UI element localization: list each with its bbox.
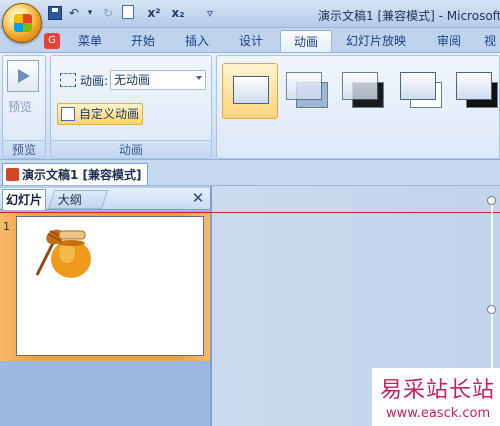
gallery-item-selected[interactable] [222,63,278,119]
tab-insert[interactable]: 插入 [172,30,222,52]
document-tab-title: 演示文稿1 [兼容模式] [22,168,142,182]
tab-slides[interactable]: 幻灯片 [2,189,46,210]
preview-group-label: 预览 [3,140,45,158]
powerpoint-doc-icon [6,168,19,181]
gallery-item-fade[interactable] [282,66,334,114]
close-icon[interactable]: ✕ [190,190,206,206]
cut-thumb-icon [400,72,436,100]
chevron-down-icon[interactable] [196,76,202,80]
tab-slideshow[interactable]: 幻灯片放映 [338,30,414,52]
animation-select[interactable]: 无动画 [110,70,206,90]
preview-button-label[interactable]: 预览 [8,98,32,115]
tab-view[interactable]: 视 [480,30,500,52]
office-button[interactable] [2,3,42,43]
watermark: 易采站长站 www.easck.com [372,368,500,426]
print-preview-icon[interactable] [122,5,134,19]
honey-jar-image [35,229,91,278]
custom-animation-icon [61,107,75,121]
tab-menu[interactable]: 菜单 [64,30,116,52]
tab-design[interactable]: 设计 [226,30,276,52]
subscript-button[interactable]: x₂ [170,5,186,21]
gallery-item-cut[interactable] [396,66,448,114]
redo-icon[interactable]: ↻ [100,5,116,21]
tab-outline[interactable]: 大纲 [48,190,109,209]
window-title: 演示文稿1 [兼容模式] - Microsoft [318,9,500,23]
animation-icon [60,73,76,87]
preview-icon[interactable] [7,60,39,92]
save-icon[interactable] [48,6,62,20]
custom-animation-label: 自定义动画 [79,107,140,121]
fade-black-thumb-icon [342,72,378,100]
animation-group-label: 动画 [51,140,211,158]
tab-home[interactable]: 开始 [118,30,168,52]
office-logo-icon [14,14,32,32]
watermark-url: www.easck.com [386,406,491,421]
undo-icon[interactable]: ↶ [66,5,82,21]
addin-icon[interactable]: G [44,33,60,49]
resize-handle[interactable] [487,305,496,314]
tab-review[interactable]: 审阅 [424,30,474,52]
gallery-item-fade-black[interactable] [338,66,390,114]
resize-handle[interactable] [487,196,496,205]
slide-number: 1 [3,220,10,233]
customize-qat-icon[interactable]: ▿ [202,5,218,21]
document-tab[interactable]: 演示文稿1 [兼容模式] [2,163,148,185]
custom-animation-button[interactable]: 自定义动画 [57,103,143,125]
slide-thumbnail[interactable] [16,216,204,356]
guide-line [0,212,500,213]
superscript-button[interactable]: x² [146,5,162,21]
tab-animation[interactable]: 动画 [280,30,332,52]
undo-dropdown-icon[interactable]: ▾ [82,5,98,21]
fade-thumb-icon [286,72,322,100]
tab-outline-label: 大纲 [57,193,82,207]
animation-label: 动画: [80,74,109,88]
watermark-text: 易采站长站 [380,378,496,403]
gallery-item-cut-black[interactable] [452,66,500,114]
no-transition-thumb-icon [233,76,269,104]
cut-black-thumb-icon [456,72,492,100]
